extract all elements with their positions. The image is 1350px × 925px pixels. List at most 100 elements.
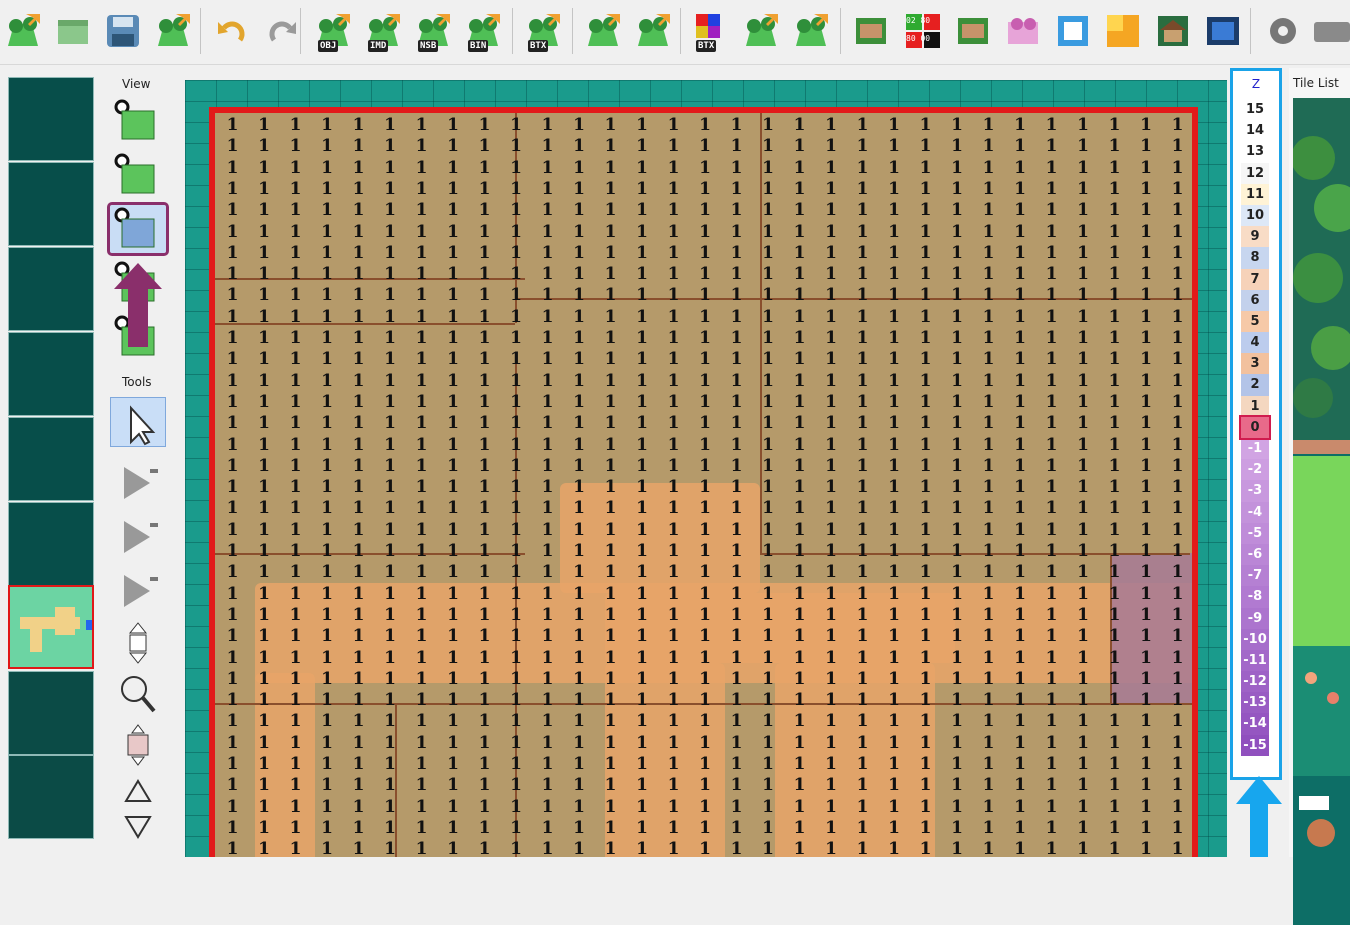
map-cell-height[interactable]: 1 — [532, 775, 563, 796]
map-cell-height[interactable]: 1 — [532, 264, 563, 285]
map-cell-height[interactable]: 1 — [501, 520, 532, 541]
map-cell-height[interactable]: 1 — [312, 605, 343, 626]
map-cell-height[interactable]: 1 — [217, 733, 248, 754]
map-cell-height[interactable]: 1 — [1068, 669, 1099, 690]
map-cell-height[interactable]: 1 — [910, 179, 941, 200]
map-cell-height[interactable]: 1 — [1099, 456, 1130, 477]
map-cell-height[interactable]: 1 — [1005, 797, 1036, 818]
map-cell-height[interactable]: 1 — [753, 158, 784, 179]
map-cell-height[interactable]: 1 — [784, 498, 815, 519]
map-cell-height[interactable]: 1 — [816, 413, 847, 434]
map-cell-height[interactable]: 1 — [375, 498, 406, 519]
map-cell-height[interactable]: 1 — [532, 285, 563, 306]
map-cell-height[interactable]: 1 — [973, 498, 1004, 519]
map-cell-height[interactable]: 1 — [1068, 307, 1099, 328]
map-cell-height[interactable]: 1 — [438, 371, 469, 392]
map-cell-height[interactable]: 1 — [658, 328, 689, 349]
map-cell-height[interactable]: 1 — [1005, 349, 1036, 370]
map-cell-height[interactable]: 1 — [910, 711, 941, 732]
map-cell-height[interactable]: 1 — [280, 733, 311, 754]
map-cell-height[interactable]: 1 — [469, 136, 500, 157]
keyboard-button[interactable] — [1310, 10, 1350, 52]
map-cell-height[interactable]: 1 — [438, 690, 469, 711]
map-cell-height[interactable]: 1 — [343, 584, 374, 605]
map-cell-height[interactable]: 1 — [375, 669, 406, 690]
map-cell-height[interactable]: 1 — [721, 200, 752, 221]
map-cell-height[interactable]: 1 — [816, 541, 847, 562]
map-cell-height[interactable]: 1 — [1162, 541, 1192, 562]
map-cell-height[interactable]: 1 — [1005, 648, 1036, 669]
map-cell-height[interactable]: 1 — [784, 754, 815, 775]
map-cell-height[interactable]: 1 — [1131, 222, 1162, 243]
map-cell-height[interactable]: 1 — [1099, 328, 1130, 349]
map-cell-height[interactable]: 1 — [847, 711, 878, 732]
music-button[interactable] — [1052, 10, 1094, 52]
map-cell-height[interactable]: 1 — [753, 541, 784, 562]
map-cell-height[interactable]: 1 — [280, 754, 311, 775]
map-cell-height[interactable]: 1 — [501, 158, 532, 179]
map-cell-height[interactable]: 1 — [595, 839, 626, 857]
map-cell-height[interactable]: 1 — [879, 456, 910, 477]
map-cell-height[interactable]: 1 — [753, 839, 784, 857]
map-cell-height[interactable]: 1 — [1162, 797, 1192, 818]
map-cell-height[interactable]: 1 — [627, 371, 658, 392]
map-cell-height[interactable]: 1 — [721, 392, 752, 413]
map-cell-height[interactable]: 1 — [1162, 775, 1192, 796]
map-cell-height[interactable]: 1 — [532, 498, 563, 519]
map-cell-height[interactable]: 1 — [343, 115, 374, 136]
map-cell-height[interactable]: 1 — [217, 264, 248, 285]
map-cell-height[interactable]: 1 — [879, 158, 910, 179]
map-cell-height[interactable]: 1 — [973, 392, 1004, 413]
map-cell-height[interactable]: 1 — [375, 328, 406, 349]
map-cell-height[interactable]: 1 — [280, 392, 311, 413]
map-cell-height[interactable]: 1 — [1068, 435, 1099, 456]
map-canvas[interactable]: 1111111111111111111111111111111111111111… — [185, 80, 1227, 857]
map-cell-height[interactable]: 1 — [375, 179, 406, 200]
map-cell-height[interactable]: 1 — [847, 392, 878, 413]
map-cell-height[interactable]: 1 — [217, 136, 248, 157]
map-cell-height[interactable]: 1 — [1099, 605, 1130, 626]
map-cell-height[interactable]: 1 — [532, 818, 563, 839]
map-cell-height[interactable]: 1 — [847, 285, 878, 306]
map-cell-height[interactable]: 1 — [532, 605, 563, 626]
map-cell-height[interactable]: 1 — [753, 328, 784, 349]
map-cell-height[interactable]: 1 — [1005, 477, 1036, 498]
map-cell-height[interactable]: 1 — [910, 222, 941, 243]
map-cell-height[interactable]: 1 — [910, 541, 941, 562]
map-cell-height[interactable]: 1 — [784, 562, 815, 583]
map-cell-height[interactable]: 1 — [312, 413, 343, 434]
map-cell-height[interactable]: 1 — [816, 690, 847, 711]
map-cell-height[interactable]: 1 — [973, 711, 1004, 732]
map-cell-height[interactable]: 1 — [847, 158, 878, 179]
map-cell-height[interactable]: 1 — [973, 200, 1004, 221]
map-cell-height[interactable]: 1 — [658, 307, 689, 328]
map-cell-height[interactable]: 1 — [1068, 733, 1099, 754]
map-cell-height[interactable]: 1 — [973, 648, 1004, 669]
map-cell-height[interactable]: 1 — [501, 477, 532, 498]
map-cell-height[interactable]: 1 — [343, 754, 374, 775]
map-cell-height[interactable]: 1 — [217, 690, 248, 711]
map-cell-height[interactable]: 1 — [564, 200, 595, 221]
map-cell-height[interactable]: 1 — [973, 626, 1004, 647]
map-cell-height[interactable]: 1 — [595, 115, 626, 136]
map-cell-height[interactable]: 1 — [627, 477, 658, 498]
map-cell-height[interactable]: 1 — [312, 115, 343, 136]
map-cell-height[interactable]: 1 — [501, 605, 532, 626]
map-cell-height[interactable]: 1 — [564, 733, 595, 754]
map-cell-height[interactable]: 1 — [690, 562, 721, 583]
z-level-item[interactable]: 9 — [1241, 226, 1269, 248]
map-cell-height[interactable]: 1 — [343, 307, 374, 328]
map-cell-height[interactable]: 1 — [343, 158, 374, 179]
map-cell-height[interactable]: 1 — [1099, 839, 1130, 857]
z-level-item[interactable]: -10 — [1241, 628, 1269, 650]
map-cell-height[interactable]: 1 — [375, 690, 406, 711]
map-cell-height[interactable]: 1 — [217, 477, 248, 498]
map-cell-height[interactable]: 1 — [973, 243, 1004, 264]
map-cell-height[interactable]: 1 — [690, 222, 721, 243]
map-cell-height[interactable]: 1 — [501, 797, 532, 818]
map-cell-height[interactable]: 1 — [438, 456, 469, 477]
map-cell-height[interactable]: 1 — [564, 456, 595, 477]
map-cell-height[interactable]: 1 — [312, 392, 343, 413]
map-cell-height[interactable]: 1 — [879, 818, 910, 839]
map-cell-height[interactable]: 1 — [312, 626, 343, 647]
